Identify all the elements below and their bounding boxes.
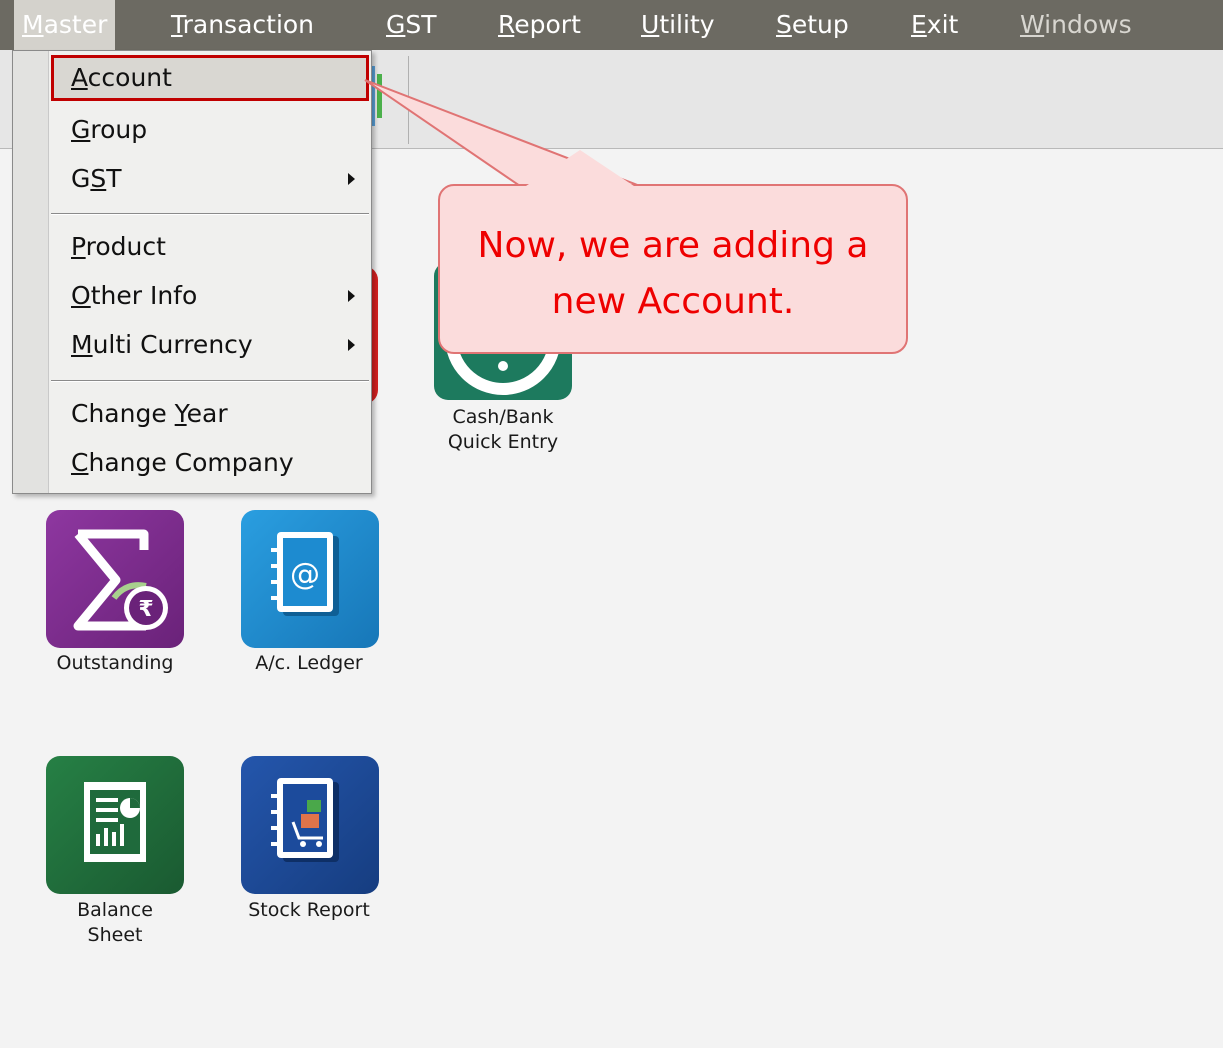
callout-pointer-joint: [523, 150, 637, 188]
